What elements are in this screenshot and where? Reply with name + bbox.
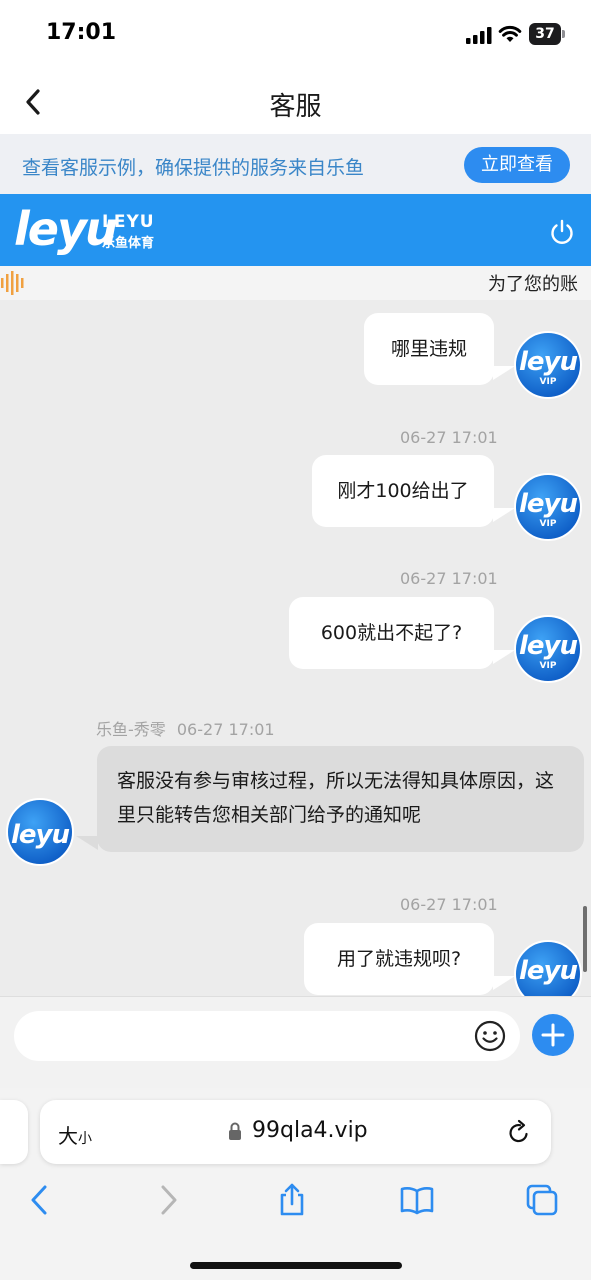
bubble-tail: [493, 650, 515, 664]
browser-back-icon[interactable]: [22, 1182, 58, 1218]
wifi-icon: [498, 25, 522, 42]
message-input[interactable]: [14, 1011, 520, 1061]
view-now-button[interactable]: 立即查看: [464, 147, 570, 183]
cellular-signal-icon: [466, 27, 492, 44]
agent-avatar: leyu: [6, 798, 74, 866]
bookmarks-icon[interactable]: [399, 1182, 435, 1218]
message-text: 刚才100给出了: [337, 480, 469, 502]
address-bar[interactable]: 大小 99qla4.vip: [40, 1100, 551, 1164]
brand-logo-main: leyu: [14, 202, 118, 256]
nav-header: 客服: [0, 70, 591, 134]
announcement-marquee: 为了您的账: [0, 266, 591, 300]
message-text: 客服没有参与审核过程，所以无法得知具体原因，这里只能转告您相关部门给予的通知呢: [117, 770, 555, 826]
brand-logo: leyu LEYU 乐鱼体育: [14, 202, 184, 256]
message-text: 600就出不起了?: [320, 622, 463, 644]
incoming-message: 客服没有参与审核过程，所以无法得知具体原因，这里只能转告您相关部门给予的通知呢: [97, 746, 584, 852]
bubble-tail: [493, 366, 515, 380]
brand-logo-en: LEYU: [102, 212, 155, 232]
share-icon[interactable]: [274, 1182, 310, 1218]
bubble-tail: [493, 976, 515, 990]
url-text: 99qla4.vip: [252, 1118, 368, 1143]
previous-tab-preview[interactable]: [0, 1100, 28, 1164]
sender-name: 乐鱼-秀零: [96, 720, 166, 739]
bubble-tail: [76, 836, 98, 850]
home-indicator: [190, 1262, 402, 1269]
user-avatar: leyu VIP: [514, 331, 582, 399]
browser-toolbar: 大小 99qla4.vip: [0, 1088, 591, 1280]
add-attachment-button[interactable]: [532, 1014, 574, 1056]
message-input-bar: [0, 996, 591, 1088]
sound-wave-icon: [1, 271, 24, 295]
message-timestamp: 06-27 17:01: [400, 569, 498, 588]
chat-area[interactable]: 哪里违规 leyu VIP 06-27 17:01 刚才100给出了 leyu …: [0, 300, 591, 996]
brand-bar: leyu LEYU 乐鱼体育: [0, 194, 591, 266]
battery-icon: 37: [529, 23, 565, 45]
message-timestamp: 06-27 17:01: [400, 428, 498, 447]
outgoing-message: 哪里违规: [364, 313, 494, 385]
message-text: 哪里违规: [390, 338, 467, 360]
browser-forward-icon[interactable]: [150, 1182, 186, 1218]
power-icon[interactable]: [548, 218, 576, 246]
outgoing-message: 600就出不起了?: [289, 597, 494, 669]
user-avatar: leyu VIP: [514, 615, 582, 683]
page-title: 客服: [269, 92, 322, 122]
promo-text: 查看客服示例，确保提供的服务来自乐鱼: [22, 157, 365, 179]
text-size-button[interactable]: 大小: [58, 1120, 92, 1149]
marquee-text: 为了您的账: [488, 274, 578, 295]
lock-icon: [229, 1122, 241, 1140]
message-timestamp: 06-27 17:01: [400, 895, 498, 914]
outgoing-message: 刚才100给出了: [312, 455, 494, 527]
user-avatar: leyu: [514, 940, 582, 996]
reload-icon[interactable]: [506, 1118, 532, 1146]
plus-icon: [541, 1023, 565, 1047]
battery-level: 37: [529, 23, 561, 45]
bubble-tail: [493, 508, 515, 522]
message-timestamp: 06-27 17:01: [176, 720, 275, 739]
status-bar: 17:01 37: [0, 0, 591, 70]
tabs-icon[interactable]: [524, 1182, 560, 1218]
sender-info: 乐鱼-秀零 06-27 17:01: [96, 716, 275, 740]
user-avatar: leyu VIP: [514, 473, 582, 541]
status-time: 17:01: [46, 20, 117, 45]
chat-scrollbar[interactable]: [583, 906, 587, 972]
brand-logo-cn: 乐鱼体育: [102, 236, 155, 251]
emoji-icon[interactable]: [474, 1020, 506, 1052]
message-text: 用了就违规呗?: [336, 948, 462, 970]
outgoing-message: 用了就违规呗?: [304, 923, 494, 995]
